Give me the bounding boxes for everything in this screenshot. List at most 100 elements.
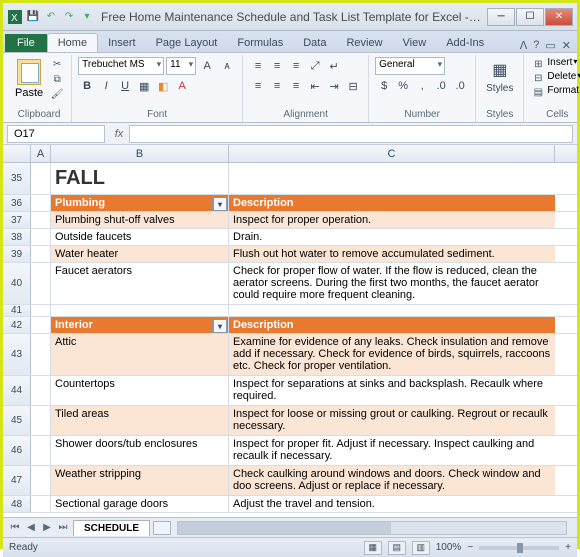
filter-dropdown-icon[interactable]: ▾: [213, 197, 227, 211]
formula-bar[interactable]: [129, 125, 573, 143]
tab-review[interactable]: Review: [336, 34, 392, 52]
tab-page-layout[interactable]: Page Layout: [146, 34, 228, 52]
cell[interactable]: Inspect for proper operation.: [229, 212, 555, 228]
fx-icon[interactable]: fx: [109, 128, 129, 140]
undo-icon[interactable]: ↶: [43, 9, 59, 25]
help-icon[interactable]: ?: [533, 39, 539, 52]
cell[interactable]: Plumbing▾: [51, 195, 229, 211]
zoom-in-button[interactable]: +: [565, 542, 571, 553]
orientation-icon[interactable]: ⤢: [306, 57, 324, 75]
tab-formulas[interactable]: Formulas: [227, 34, 293, 52]
zoom-out-button[interactable]: −: [467, 542, 473, 553]
cell[interactable]: [31, 212, 51, 228]
cell[interactable]: Check for proper flow of water. If the f…: [229, 263, 555, 304]
cell[interactable]: Inspect for proper fit. Adjust if necess…: [229, 436, 555, 465]
tab-nav-next-icon[interactable]: ▶: [39, 520, 55, 536]
align-left-icon[interactable]: ≡: [249, 77, 267, 95]
close-button[interactable]: ✕: [545, 8, 573, 26]
percent-icon[interactable]: %: [394, 77, 412, 95]
cell[interactable]: FALL: [51, 163, 229, 194]
cell[interactable]: Countertops: [51, 376, 229, 405]
cell[interactable]: Inspect for separations at sinks and bac…: [229, 376, 555, 405]
col-header-c[interactable]: C: [229, 145, 555, 162]
copy-icon[interactable]: ⧉: [49, 72, 65, 86]
tab-view[interactable]: View: [393, 34, 437, 52]
grid-body[interactable]: 35FALL36Plumbing▾Description▾37Plumbing …: [3, 163, 577, 517]
cell[interactable]: Sectional garage doors: [51, 496, 229, 512]
shrink-font-icon[interactable]: ᴀ: [218, 57, 236, 75]
font-color-button[interactable]: A: [173, 77, 191, 95]
minimize-ribbon-icon[interactable]: ᐱ: [520, 39, 528, 52]
cell[interactable]: Examine for evidence of any leaks. Check…: [229, 334, 555, 375]
select-all-corner[interactable]: [3, 145, 31, 162]
increase-indent-icon[interactable]: ⇥: [325, 77, 343, 95]
cell[interactable]: Check caulking around windows and doors.…: [229, 466, 555, 495]
tab-home[interactable]: Home: [47, 33, 98, 52]
row-header[interactable]: 46: [3, 436, 31, 465]
grow-font-icon[interactable]: A: [198, 57, 216, 75]
cell[interactable]: Outside faucets: [51, 229, 229, 245]
cell[interactable]: [229, 163, 555, 194]
format-painter-icon[interactable]: 🖌: [49, 87, 65, 101]
close-workbook-icon[interactable]: ✕: [562, 39, 571, 52]
insert-cells-icon[interactable]: ⊞: [530, 57, 546, 71]
row-header[interactable]: 37: [3, 212, 31, 228]
cell[interactable]: Adjust the travel and tension.: [229, 496, 555, 512]
cell[interactable]: [51, 305, 229, 316]
filter-dropdown-icon[interactable]: ▾: [213, 319, 227, 333]
cell[interactable]: Description▾: [229, 195, 555, 211]
row-header[interactable]: 36: [3, 195, 31, 211]
tab-insert[interactable]: Insert: [98, 34, 146, 52]
cell[interactable]: Shower doors/tub enclosures: [51, 436, 229, 465]
tab-addins[interactable]: Add-Ins: [436, 34, 494, 52]
cell[interactable]: Tiled areas: [51, 406, 229, 435]
decrease-decimal-icon[interactable]: .0: [451, 77, 469, 95]
cell[interactable]: Water heater: [51, 246, 229, 262]
delete-cells-icon[interactable]: ⊟: [530, 71, 546, 85]
horizontal-scrollbar[interactable]: [177, 521, 567, 535]
row-header[interactable]: 43: [3, 334, 31, 375]
tab-nav-last-icon[interactable]: ⏭: [55, 520, 71, 536]
page-break-view-button[interactable]: ▥: [412, 541, 430, 555]
qat-dropdown-icon[interactable]: ▾: [79, 9, 95, 25]
font-size-select[interactable]: 11: [166, 57, 196, 75]
cell[interactable]: [31, 263, 51, 304]
tab-file[interactable]: File: [5, 34, 47, 52]
merge-icon[interactable]: ⊟: [344, 77, 362, 95]
cell[interactable]: Inspect for loose or missing grout or ca…: [229, 406, 555, 435]
row-header[interactable]: 35: [3, 163, 31, 194]
cell[interactable]: [31, 406, 51, 435]
row-header[interactable]: 42: [3, 317, 31, 333]
cell[interactable]: Description▾: [229, 317, 555, 333]
save-icon[interactable]: 💾: [25, 9, 41, 25]
redo-icon[interactable]: ↷: [61, 9, 77, 25]
cell[interactable]: [31, 163, 51, 194]
col-header-a[interactable]: A: [31, 145, 51, 162]
cell[interactable]: Plumbing shut-off valves: [51, 212, 229, 228]
cell[interactable]: Interior▾: [51, 317, 229, 333]
cell[interactable]: [31, 229, 51, 245]
minimize-button[interactable]: ─: [487, 8, 515, 26]
bold-button[interactable]: B: [78, 77, 96, 95]
font-name-select[interactable]: Trebuchet MS: [78, 57, 164, 75]
align-right-icon[interactable]: ≡: [287, 77, 305, 95]
align-bottom-icon[interactable]: ≡: [287, 57, 305, 75]
cell[interactable]: Faucet aerators: [51, 263, 229, 304]
window-restore-icon[interactable]: ▭: [545, 39, 555, 52]
decrease-indent-icon[interactable]: ⇤: [306, 77, 324, 95]
tab-nav-first-icon[interactable]: ⏮: [7, 520, 23, 536]
row-header[interactable]: 39: [3, 246, 31, 262]
cell[interactable]: [31, 436, 51, 465]
maximize-button[interactable]: ☐: [516, 8, 544, 26]
delete-label[interactable]: Delete: [547, 71, 576, 85]
cell[interactable]: [31, 376, 51, 405]
cell[interactable]: [31, 496, 51, 512]
align-top-icon[interactable]: ≡: [249, 57, 267, 75]
name-box[interactable]: O17: [7, 125, 105, 143]
col-header-b[interactable]: B: [51, 145, 229, 162]
align-center-icon[interactable]: ≡: [268, 77, 286, 95]
row-header[interactable]: 41: [3, 305, 31, 316]
cut-icon[interactable]: ✂: [49, 57, 65, 71]
row-header[interactable]: 47: [3, 466, 31, 495]
paste-button[interactable]: Paste: [13, 57, 45, 101]
